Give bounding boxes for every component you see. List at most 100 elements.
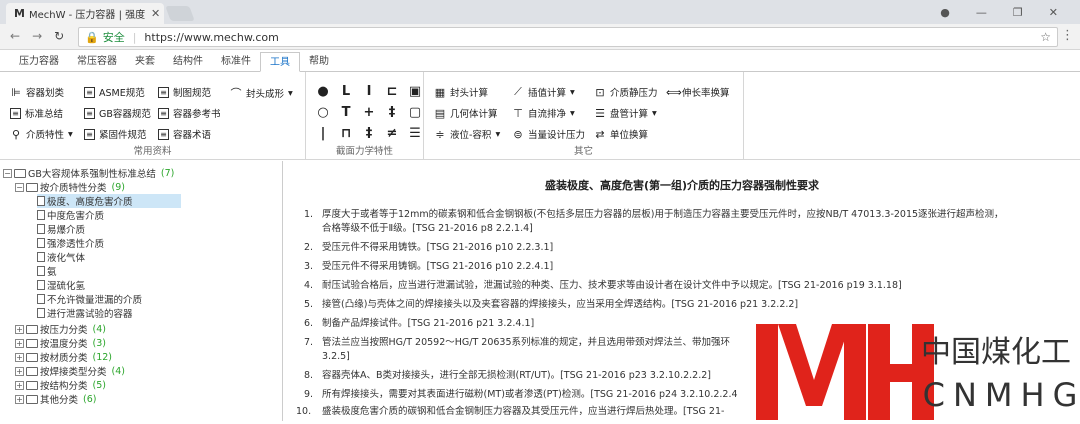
back-icon[interactable]: ← (10, 29, 20, 43)
head-shape-icon: ⌒ (230, 87, 242, 100)
pi-section-icon[interactable]: ⊓ (339, 126, 353, 141)
expand-icon[interactable]: + (15, 394, 24, 404)
folder-icon (26, 338, 38, 348)
unit-conversion-button[interactable]: ⇄ 单位换算 (594, 127, 648, 142)
section-row-1: ● L I ⊏ ▣ (316, 84, 422, 99)
elongation-button[interactable]: ⟺ 伸长率换算 (666, 85, 730, 100)
tree-leaf[interactable]: 液化气体 (37, 250, 85, 264)
expand-icon[interactable]: + (15, 380, 24, 390)
list-icon: ≡ (10, 107, 21, 119)
list-item: 5. 接管(凸缘)与壳体之间的焊接接头以及夹套容器的焊接接头，应当采用全焊透结构。… (304, 299, 799, 310)
new-tab-button[interactable] (165, 6, 195, 21)
browser-tab[interactable]: M MechW - 压力容器 | 强度 ✕ (6, 3, 164, 24)
expand-icon[interactable]: + (15, 366, 24, 376)
t-section-icon[interactable]: T (339, 105, 353, 120)
head-calc-button[interactable]: ▦ 封头计算 (434, 85, 488, 100)
close-tab-icon[interactable]: ✕ (151, 7, 160, 20)
collapse-icon[interactable]: − (3, 168, 12, 178)
rect-section-icon[interactable]: ▣ (408, 84, 422, 99)
drawing-code-button[interactable]: ≡ 制图规范 (158, 85, 211, 99)
tree-root[interactable]: − GB大容规体系强制性标准总结 (7) (3, 166, 174, 180)
hollow-rect-section-icon[interactable]: ▢ (408, 105, 422, 120)
minimize-button[interactable]: — (976, 6, 987, 19)
tree-leaf[interactable]: 易爆介质 (37, 222, 85, 236)
double-channel-section-icon[interactable]: ‡ (362, 126, 376, 141)
profile-icon[interactable]: ● (940, 6, 950, 19)
medium-property-dropdown[interactable]: ⚲ 介质特性 ▾ (10, 127, 73, 142)
double-angle-section-icon[interactable]: ‡ (385, 105, 399, 120)
tree-leaf[interactable]: 进行泄露试验的容器 (37, 306, 133, 320)
head-forming-dropdown[interactable]: ⌒ 封头成形 ▾ (230, 85, 293, 101)
tree-node-structure[interactable]: + 按结构分类 (5) (15, 378, 106, 392)
tree-node-temperature[interactable]: + 按温度分类 (3) (15, 336, 106, 350)
chevron-down-icon: ▾ (495, 128, 501, 140)
double-t-section-icon[interactable]: ≠ (385, 126, 399, 141)
bookmark-star-icon[interactable]: ☆ (1040, 30, 1051, 44)
circle-section-icon[interactable]: ● (316, 84, 330, 99)
bar-section-icon[interactable]: | (316, 126, 330, 141)
asme-code-button[interactable]: ≡ ASME规范 (84, 85, 145, 99)
restore-button[interactable]: ❐ (1013, 6, 1023, 19)
interpolation-dropdown[interactable]: ⟋ 插值计算 ▾ (512, 85, 575, 99)
equivalent-pressure-button[interactable]: ⊜ 当量设计压力 (512, 127, 585, 142)
expand-icon[interactable]: + (15, 324, 24, 334)
static-pressure-button[interactable]: ⊡ 介质静压力 (594, 85, 657, 100)
reload-icon[interactable]: ↻ (54, 29, 64, 43)
level-volume-dropdown[interactable]: ≑ 液位-容积 ▾ (434, 127, 501, 142)
cross-section-icon[interactable]: + (362, 105, 376, 120)
url-input[interactable]: 🔒 安全 | https://www.mechw.com ☆ (78, 27, 1058, 47)
tree-leaf[interactable]: 湿硫化氢 (37, 278, 85, 292)
forward-icon[interactable]: → (32, 29, 42, 43)
i-beam-section-icon[interactable]: I (362, 84, 376, 99)
chevron-down-icon: ▾ (68, 128, 73, 140)
vessel-classification-button[interactable]: ⊫ 容器划类 (10, 85, 64, 100)
tree-leaf[interactable]: 强渗透性介质 (37, 236, 104, 250)
folder-icon (26, 366, 38, 376)
geometry-calc-button[interactable]: ▤ 几何体计算 (434, 106, 498, 121)
document-icon (37, 252, 45, 262)
tree-leaf[interactable]: 氨 (37, 264, 57, 278)
url-text: https://www.mechw.com (144, 30, 279, 44)
coil-calc-dropdown[interactable]: ☰ 盘管计算 ▾ (594, 106, 657, 121)
tab-help[interactable]: 帮助 (300, 51, 338, 71)
self-drain-dropdown[interactable]: ⊤ 自流排净 ▾ (512, 106, 575, 121)
gb-vessel-code-button[interactable]: ≡ GB容器规范 (84, 106, 151, 120)
chart-icon: ⟋ (514, 85, 522, 98)
vessel-reference-button[interactable]: ≡ 容器参考书 (158, 106, 221, 120)
plate-stack-section-icon[interactable]: ☰ (408, 126, 422, 141)
tree-node-other[interactable]: + 其他分类 (6) (15, 392, 96, 406)
list-item-continued: 合格等级不低于Ⅱ级。[TSG 21-2016 p8 2.2.1.4] (322, 223, 533, 234)
close-window-button[interactable]: ✕ (1049, 6, 1058, 19)
tab-structural-parts[interactable]: 结构件 (164, 51, 212, 71)
tree-node-medium[interactable]: − 按介质特性分类 (9) (15, 180, 125, 194)
ribbon-group-common: ⊫ 容器划类 ≡ ASME规范 ≡ 制图规范 ⌒ 封头成形 ▾ ≡ 标准总结 ≡ GB容器规范… (0, 72, 306, 160)
document-icon (37, 238, 45, 248)
tree-node-pressure[interactable]: + 按压力分类 (4) (15, 322, 106, 336)
gauge-icon: ⊡ (595, 85, 605, 99)
ring-section-icon[interactable]: ○ (316, 105, 330, 120)
cnmhg-logo-icon: 中国煤化工 CNMHG (752, 320, 1080, 421)
channel-section-icon[interactable]: ⊏ (385, 84, 399, 99)
browser-menu-icon[interactable]: ⋮ (1061, 28, 1074, 43)
collapse-icon[interactable]: − (15, 182, 24, 192)
tree-leaf[interactable]: 中度危害介质 (37, 208, 104, 222)
document-icon: ≡ (84, 86, 95, 98)
expand-icon[interactable]: + (15, 338, 24, 348)
tree-leaf-selected[interactable]: 极度、高度危害介质 (37, 194, 181, 208)
angle-section-icon[interactable]: L (339, 84, 353, 99)
document-icon: ▤ (434, 106, 446, 120)
tab-pressure-vessel[interactable]: 压力容器 (10, 51, 68, 71)
tree-node-welding[interactable]: + 按焊接类型分类 (4) (15, 364, 125, 378)
tree-leaf[interactable]: 不允许微量泄漏的介质 (37, 292, 142, 306)
tab-tools[interactable]: 工具 (260, 52, 300, 72)
site-logo-icon: M (14, 7, 25, 20)
fastener-code-button[interactable]: ≡ 紧固件规范 (84, 127, 147, 141)
tab-standard-parts[interactable]: 标准件 (212, 51, 260, 71)
tab-jacket[interactable]: 夹套 (126, 51, 164, 71)
tab-atmospheric-vessel[interactable]: 常压容器 (68, 51, 126, 71)
expand-icon[interactable]: + (15, 352, 24, 362)
document-icon (37, 294, 45, 304)
tree-node-material[interactable]: + 按材质分类 (12) (15, 350, 112, 364)
vessel-terms-button[interactable]: ≡ 容器术语 (158, 127, 211, 141)
standard-summary-button[interactable]: ≡ 标准总结 (10, 106, 63, 120)
